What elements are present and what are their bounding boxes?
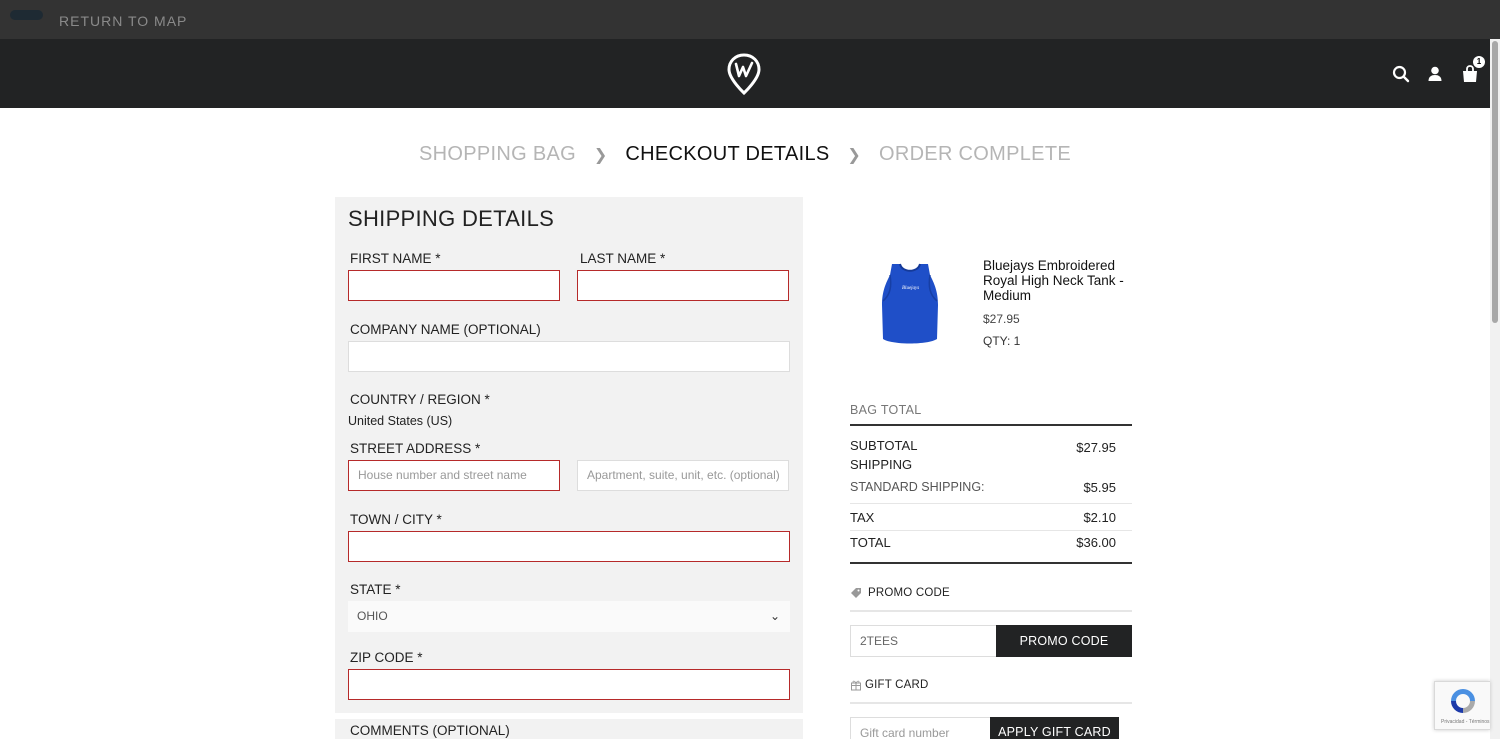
- step-order-complete: ORDER COMPLETE: [878, 143, 1071, 166]
- divider: [850, 702, 1132, 704]
- divider: [850, 503, 1132, 504]
- town-city-label: TOWN / CITY *: [350, 512, 442, 527]
- bag-count-badge: 1: [1473, 56, 1485, 68]
- gift-icon: [851, 680, 861, 691]
- product-image[interactable]: Bluejays: [878, 261, 942, 347]
- tax-value: $2.10: [1083, 510, 1116, 525]
- standard-shipping-value: $5.95: [1083, 480, 1116, 495]
- promo-code-input[interactable]: 2TEES: [850, 625, 997, 657]
- chevron-right-icon: ❯: [847, 146, 862, 164]
- shipping-details-title: SHIPPING DETAILS: [348, 206, 555, 231]
- top-bar: RETURN TO MAP: [0, 0, 1500, 39]
- page-scrollbar[interactable]: [1490, 39, 1500, 739]
- subtotal-value: $27.95: [1076, 440, 1116, 455]
- step-checkout-details: CHECKOUT DETAILS: [625, 143, 830, 166]
- product-name[interactable]: Bluejays Embroidered Royal High Neck Tan…: [983, 258, 1133, 303]
- state-select[interactable]: OHIO ⌄: [348, 601, 790, 632]
- street-address-label: STREET ADDRESS *: [350, 441, 481, 456]
- town-city-field[interactable]: [348, 531, 790, 562]
- tax-label: TAX: [850, 510, 875, 525]
- state-selected-value: OHIO: [357, 609, 388, 623]
- top-bar-indicator: [10, 10, 43, 20]
- tag-icon: [851, 588, 861, 598]
- company-name-label: COMPANY NAME (OPTIONAL): [350, 322, 541, 337]
- return-to-map-link[interactable]: RETURN TO MAP: [59, 13, 187, 29]
- comments-label: COMMENTS (OPTIONAL): [350, 723, 510, 738]
- street-address-field[interactable]: House number and street name: [348, 460, 560, 491]
- divider: [850, 424, 1132, 426]
- apply-promo-code-button[interactable]: PROMO CODE: [996, 625, 1132, 657]
- gift-card-label: GIFT CARD: [865, 679, 929, 691]
- search-icon[interactable]: [1391, 64, 1411, 84]
- product-price: $27.95: [983, 312, 1020, 326]
- svg-text:Bluejays: Bluejays: [902, 286, 919, 291]
- country-value: United States (US): [348, 414, 453, 428]
- first-name-field[interactable]: [348, 270, 560, 301]
- last-name-field[interactable]: [577, 270, 789, 301]
- divider: [850, 530, 1132, 531]
- apply-gift-card-button[interactable]: APPLY GIFT CARD: [990, 717, 1119, 739]
- shipping-label: SHIPPING: [850, 457, 913, 472]
- state-label: STATE *: [350, 582, 401, 597]
- zip-code-label: ZIP CODE *: [350, 650, 423, 665]
- company-name-field[interactable]: [348, 341, 790, 372]
- first-name-label: FIRST NAME *: [350, 251, 441, 266]
- divider: [850, 562, 1132, 564]
- total-value: $36.00: [1076, 535, 1116, 550]
- standard-shipping-label: STANDARD SHIPPING:: [850, 480, 985, 494]
- recaptcha-icon: [1451, 689, 1475, 713]
- chevron-right-icon: ❯: [593, 146, 608, 164]
- scrollbar-thumb[interactable]: [1492, 41, 1498, 323]
- divider: [850, 610, 1132, 612]
- country-label: COUNTRY / REGION *: [350, 392, 490, 407]
- w-pin-logo-icon[interactable]: [727, 53, 761, 95]
- apartment-field[interactable]: Apartment, suite, unit, etc. (optional): [577, 460, 789, 491]
- recaptcha-text[interactable]: Privacidad - Términos: [1441, 719, 1490, 725]
- bag-total-title: BAG TOTAL: [850, 403, 922, 417]
- product-quantity: QTY: 1: [983, 334, 1021, 348]
- gift-card-input[interactable]: Gift card number: [850, 717, 991, 739]
- recaptcha-badge[interactable]: Privacidad - Términos: [1434, 681, 1490, 730]
- zip-code-field[interactable]: [348, 669, 790, 700]
- user-icon[interactable]: [1425, 64, 1445, 84]
- last-name-label: LAST NAME *: [580, 251, 666, 266]
- subtotal-label: SUBTOTAL: [850, 438, 918, 453]
- chevron-down-icon: ⌄: [769, 609, 780, 623]
- total-label: TOTAL: [850, 535, 891, 550]
- site-header: [0, 39, 1490, 108]
- checkout-steps-breadcrumb: SHOPPING BAG ❯ CHECKOUT DETAILS ❯ ORDER …: [0, 143, 1490, 166]
- promo-code-label: PROMO CODE: [868, 587, 950, 599]
- step-shopping-bag[interactable]: SHOPPING BAG: [419, 143, 576, 165]
